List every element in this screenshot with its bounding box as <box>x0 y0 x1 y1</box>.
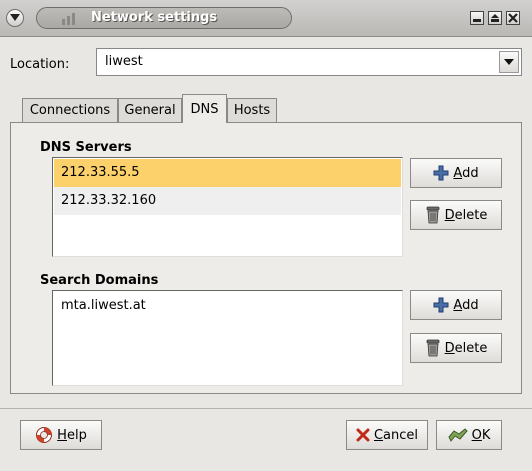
trash-icon <box>426 339 440 357</box>
tab-label: DNS <box>190 102 219 117</box>
dns-servers-list[interactable]: 212.33.55.5 212.33.32.160 <box>52 157 403 257</box>
chevron-down-icon[interactable] <box>499 51 519 73</box>
window-title: Network settings <box>91 10 218 25</box>
cancel-button[interactable]: Cancel <box>346 420 428 450</box>
list-item[interactable]: 212.33.55.5 <box>54 159 401 187</box>
plus-icon <box>433 297 449 313</box>
delete-label: Delete <box>444 207 488 223</box>
ok-button[interactable]: OK <box>436 420 502 450</box>
window-menu-icon[interactable] <box>6 9 24 27</box>
title-pill[interactable]: Network settings <box>36 7 292 29</box>
tab-dns[interactable]: DNS <box>182 94 227 123</box>
location-combo[interactable]: liwest <box>96 48 522 76</box>
dns-servers-title: DNS Servers <box>40 140 132 155</box>
close-icon[interactable] <box>506 11 520 25</box>
cancel-x-icon <box>356 428 370 442</box>
trash-icon <box>426 206 440 224</box>
search-domains-list[interactable]: mta.liwest.at <box>52 290 403 386</box>
help-button[interactable]: Help <box>20 420 102 450</box>
list-item[interactable]: mta.liwest.at <box>54 292 401 320</box>
maximize-icon[interactable] <box>488 11 502 25</box>
minimize-icon[interactable] <box>470 11 484 25</box>
search-domains-title: Search Domains <box>40 273 159 288</box>
add-dns-server-button[interactable]: Add <box>410 158 502 188</box>
network-icon <box>62 13 75 25</box>
help-lifebuoy-icon <box>36 427 53 443</box>
footer-separator <box>0 408 532 409</box>
help-label: Help <box>57 427 87 443</box>
add-search-domain-button[interactable]: Add <box>410 290 502 320</box>
location-value: liwest <box>105 54 143 69</box>
tab-general[interactable]: General <box>118 98 182 122</box>
delete-label: Delete <box>444 340 488 356</box>
add-label: Add <box>453 297 479 313</box>
delete-search-domain-button[interactable]: Delete <box>410 333 502 363</box>
tab-connections[interactable]: Connections <box>22 98 118 122</box>
cancel-label: Cancel <box>373 427 419 443</box>
tab-label: General <box>124 103 176 118</box>
tab-label: Hosts <box>233 103 271 118</box>
ok-hand-icon <box>448 428 468 442</box>
tab-hosts[interactable]: Hosts <box>227 98 277 122</box>
list-item[interactable]: 212.33.32.160 <box>54 187 401 215</box>
tab-label: Connections <box>29 103 111 118</box>
delete-dns-server-button[interactable]: Delete <box>410 200 502 230</box>
title-bar: Network settings <box>0 0 532 37</box>
add-label: Add <box>453 165 479 181</box>
plus-icon <box>433 165 449 181</box>
dns-tab-panel: DNS Servers 212.33.55.5 212.33.32.160 Ad… <box>10 122 522 394</box>
location-label: Location: <box>10 57 70 72</box>
ok-label: OK <box>471 427 491 443</box>
